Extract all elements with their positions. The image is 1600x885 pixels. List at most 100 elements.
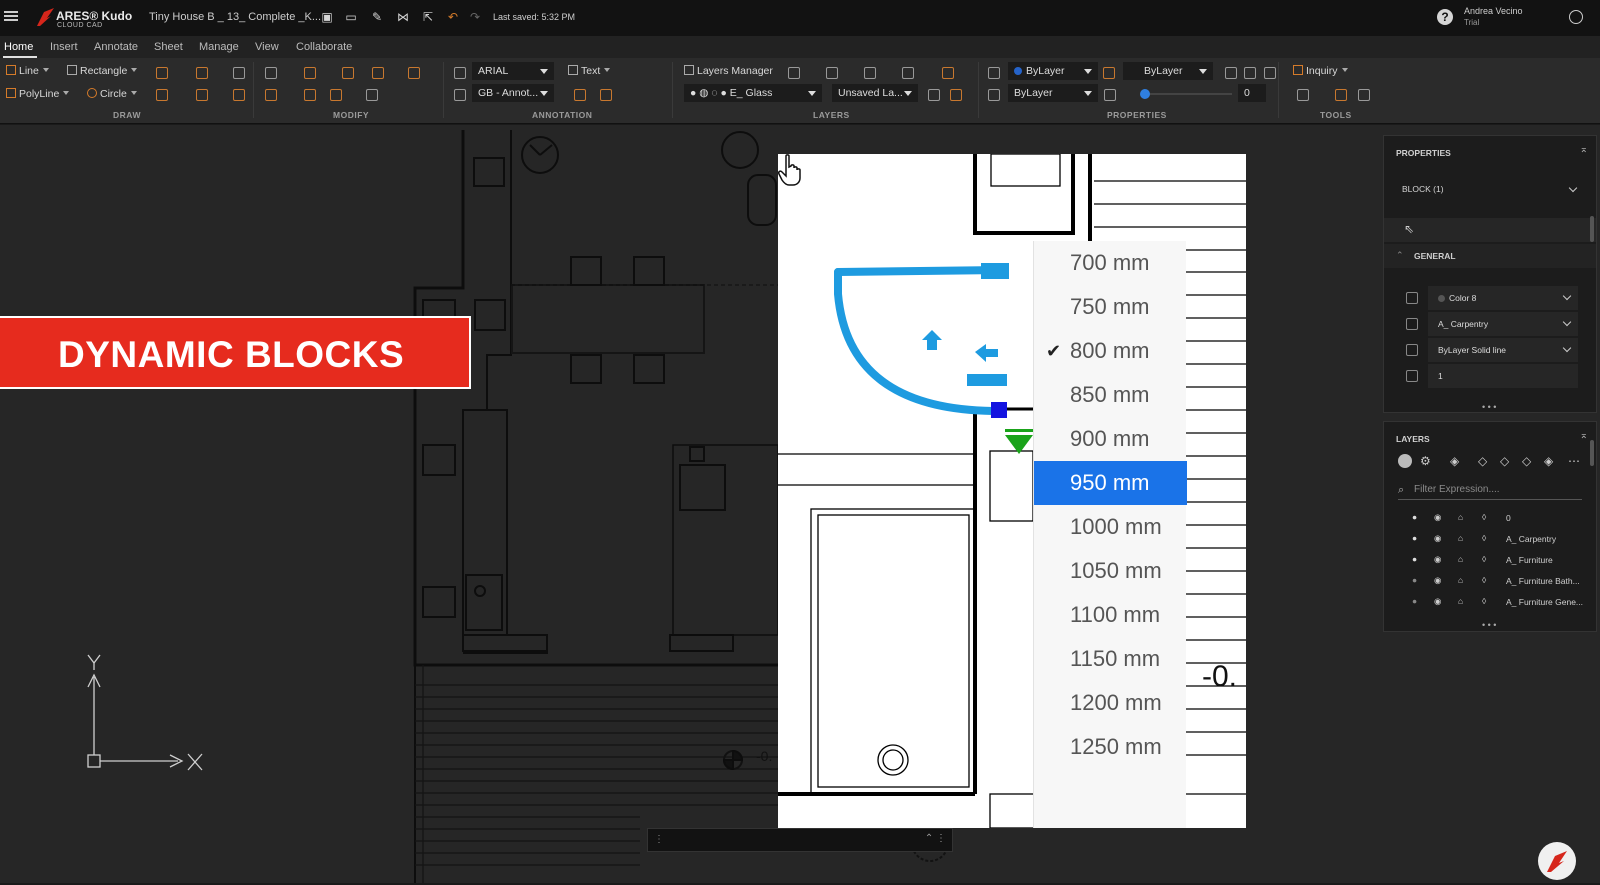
layer-check-icon[interactable] — [942, 67, 954, 79]
export-icon[interactable]: ⇱ — [421, 10, 435, 24]
point-icon[interactable] — [196, 89, 208, 101]
layer-row[interactable]: ● ◉ ⌂ ◊ A_ Carpentry — [1384, 529, 1596, 550]
tab-home[interactable]: Home — [4, 41, 33, 53]
list-icon[interactable] — [1225, 67, 1237, 79]
comment-icon[interactable]: ▭ — [344, 10, 358, 24]
layer-freeze-icon[interactable] — [864, 67, 876, 79]
layer-lock-icon[interactable]: ◇ — [1522, 454, 1531, 468]
tab-view[interactable]: View — [255, 41, 279, 53]
current-layer-select[interactable]: ● ◍ ◌ ● E_ Glass — [684, 84, 822, 102]
prop-color[interactable]: Color 8 — [1400, 286, 1578, 310]
arc-icon[interactable] — [156, 67, 168, 79]
option-1200[interactable]: 1200 mm — [1034, 681, 1187, 725]
explode-icon[interactable] — [366, 89, 378, 101]
option-900[interactable]: 900 mm — [1034, 417, 1187, 461]
layer-state-select[interactable]: Unsaved La... — [832, 84, 918, 102]
layer-off-icon[interactable] — [826, 67, 838, 79]
dimension-icon[interactable] — [454, 89, 466, 101]
option-1000[interactable]: 1000 mm — [1034, 505, 1187, 549]
quick-select-icon[interactable] — [1297, 89, 1309, 101]
table-icon[interactable] — [600, 89, 612, 101]
prop-scale[interactable]: 1 — [1400, 364, 1578, 388]
select-objects-icon[interactable]: ⇖ — [1404, 222, 1414, 236]
move-icon[interactable] — [408, 67, 420, 79]
region-icon[interactable] — [233, 67, 245, 79]
markup-icon[interactable]: ✎ — [370, 10, 384, 24]
spline-icon[interactable] — [196, 67, 208, 79]
option-800[interactable]: ✔ 800 mm — [1034, 329, 1187, 373]
layer-row[interactable]: ● ◉ ⌂ ◊ A_ Furniture — [1384, 550, 1596, 571]
layer-merge-icon[interactable]: ◈ — [1544, 454, 1553, 468]
dimstyle-select[interactable]: GB - Annot... — [472, 84, 554, 102]
layer-row[interactable]: ● ◉ ⌂ ◊ 0 — [1384, 508, 1596, 529]
option-1050[interactable]: 1050 mm — [1034, 549, 1187, 593]
help-icon[interactable]: ? — [1437, 9, 1453, 25]
leader-icon[interactable] — [574, 89, 586, 101]
option-1100[interactable]: 1100 mm — [1034, 593, 1187, 637]
undo-icon[interactable]: ↶ — [446, 10, 460, 24]
circle-button[interactable]: Circle — [87, 85, 137, 103]
save-icon[interactable]: ▣ — [320, 10, 334, 24]
layer-settings-icon[interactable]: ⚙ — [1420, 454, 1431, 468]
stretch-icon[interactable] — [330, 89, 342, 101]
general-section-header[interactable]: ⌃ GENERAL — [1384, 244, 1596, 268]
tab-sheet[interactable]: Sheet — [154, 41, 183, 53]
user-name[interactable]: Andrea Vecino — [1464, 6, 1523, 16]
layer-previous-icon[interactable] — [928, 89, 940, 101]
inquiry-button[interactable]: Inquiry — [1293, 62, 1348, 80]
hatch-icon[interactable] — [156, 89, 168, 101]
layer-row[interactable]: ● ◉ ⌂ ◊ A_ Furniture Gene... — [1384, 592, 1596, 613]
textstyle-icon[interactable] — [454, 67, 466, 79]
redo-icon[interactable]: ↷ — [468, 10, 482, 24]
layer-filter-input[interactable]: ⌕ Filter Expression.... — [1398, 484, 1582, 500]
option-950[interactable]: 950 mm — [1034, 461, 1187, 505]
selection-select[interactable]: BLOCK (1) — [1394, 178, 1584, 200]
erase-icon[interactable] — [372, 67, 384, 79]
copy-icon[interactable] — [265, 67, 277, 79]
array-icon[interactable] — [304, 89, 316, 101]
calculator-icon[interactable] — [1335, 89, 1347, 101]
color-select[interactable]: ByLayer — [1008, 62, 1098, 80]
option-1150[interactable]: 1150 mm — [1034, 637, 1187, 681]
option-700[interactable]: 700 mm — [1034, 241, 1187, 285]
boundary-icon[interactable] — [233, 89, 245, 101]
tab-insert[interactable]: Insert — [50, 41, 78, 53]
trim-icon[interactable] — [342, 67, 354, 79]
line-button[interactable]: Line — [6, 62, 49, 80]
rotate-icon[interactable] — [304, 67, 316, 79]
grid-icon[interactable] — [1264, 67, 1276, 79]
length-lookup-list[interactable]: 700 mm 750 mm ✔ 800 mm 850 mm 900 mm 950 … — [1033, 241, 1187, 828]
layer-walk-icon[interactable] — [950, 89, 962, 101]
polyline-button[interactable]: PolyLine — [6, 85, 70, 103]
transparency-input[interactable]: 0 — [1238, 84, 1266, 102]
prop-linetype[interactable]: ByLayer Solid line — [1400, 338, 1578, 362]
new-layer-icon[interactable] — [1398, 454, 1412, 468]
document-title[interactable]: Tiny House B _ 13_ Complete _K... — [149, 11, 321, 23]
hamburger-menu-icon[interactable] — [4, 9, 18, 23]
rectangle-button[interactable]: Rectangle — [67, 62, 138, 80]
user-account-icon[interactable] — [1569, 10, 1583, 24]
ares-assistant-button[interactable] — [1538, 842, 1576, 880]
prop-layer[interactable]: A_ Carpentry — [1400, 312, 1578, 336]
lineweight-select[interactable]: ByLayer — [1008, 84, 1098, 102]
tab-annotate[interactable]: Annotate — [94, 41, 138, 53]
layer-states-icon[interactable]: ◈ — [1450, 454, 1459, 468]
more-icon[interactable]: ⋯ — [1568, 454, 1580, 468]
layer-iso-icon[interactable]: ◇ — [1478, 454, 1487, 468]
option-850[interactable]: 850 mm — [1034, 373, 1187, 417]
collapse-icon[interactable]: ⌅ — [1580, 144, 1588, 155]
transparency-slider[interactable] — [1140, 89, 1232, 99]
resize-handle-icon[interactable]: • • • — [1482, 402, 1496, 412]
share-icon[interactable]: ⋈ — [396, 10, 410, 24]
tab-collaborate[interactable]: Collaborate — [296, 41, 352, 53]
mirror-icon[interactable] — [265, 89, 277, 101]
layer-off-icon[interactable]: ◇ — [1500, 454, 1509, 468]
font-select[interactable]: ARIAL — [472, 62, 554, 80]
transparency-slider-thumb[interactable] — [1140, 89, 1150, 99]
scrollbar[interactable] — [1590, 216, 1594, 242]
collapse-icon[interactable]: ⌅ — [1580, 430, 1588, 441]
command-line[interactable]: ⋮ ⌃ ⋮ — [647, 828, 953, 852]
linetype-select[interactable]: ByLayer — [1123, 62, 1213, 80]
text-button[interactable]: Text — [568, 62, 611, 80]
layer-row[interactable]: ● ◉ ⌂ ◊ A_ Furniture Bath... — [1384, 571, 1596, 592]
